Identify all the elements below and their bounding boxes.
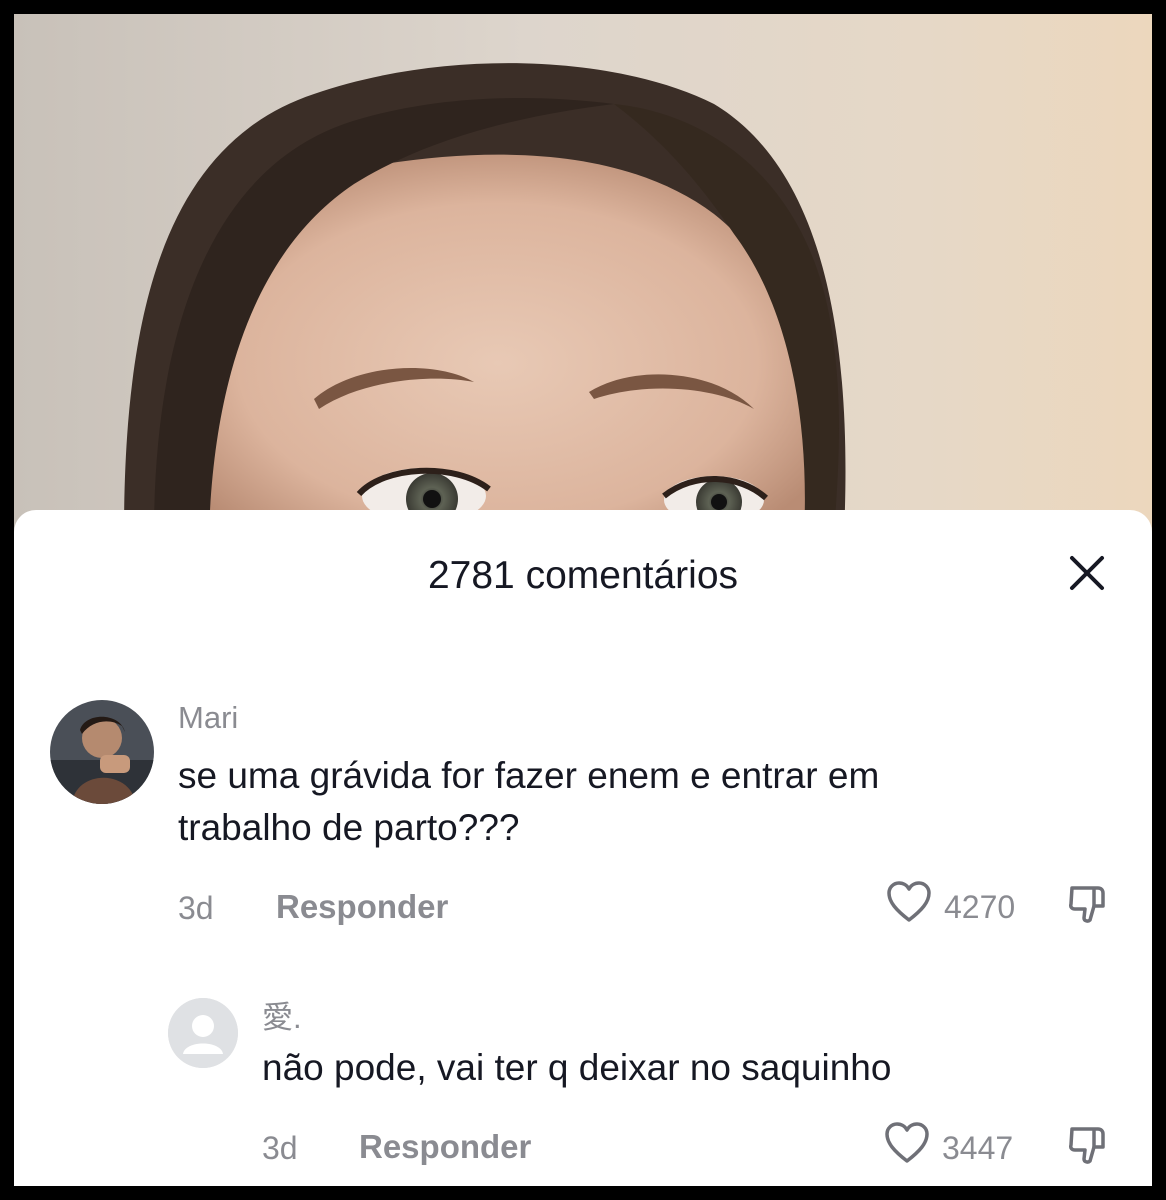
- comment-time: 3d: [262, 1130, 298, 1166]
- like-count: 4270: [944, 889, 1016, 925]
- reply-comment-item: 愛. não pode, vai ter q deixar no saquinh…: [14, 980, 1152, 1186]
- comment-username[interactable]: 愛.: [262, 992, 302, 1037]
- avatar[interactable]: [50, 700, 154, 804]
- comment-username[interactable]: Mari: [178, 700, 238, 736]
- comments-sheet: 2781 comentários Mari se uma grávida for…: [14, 510, 1152, 1186]
- heart-icon[interactable]: [884, 1121, 930, 1170]
- comment-item: Mari se uma grávida for fazer enem e ent…: [14, 680, 1152, 940]
- comments-count-title: 2781 comentários: [427, 554, 739, 597]
- video-frame-image: [124, 63, 846, 534]
- reply-button[interactable]: Responder: [276, 888, 448, 926]
- comment-time: 3d: [178, 890, 214, 926]
- like-count: 3447: [942, 1130, 1014, 1166]
- comment-text-line: trabalho de parto???: [178, 807, 520, 848]
- dislike-icon[interactable]: [1066, 1123, 1110, 1172]
- comment-text: não pode, vai ter q deixar no saquinho: [262, 1042, 891, 1094]
- comment-text-line: se uma grávida for fazer enem e entrar e…: [178, 755, 880, 796]
- heart-icon[interactable]: [886, 880, 932, 929]
- comment-text: se uma grávida for fazer enem e entrar e…: [178, 750, 879, 854]
- dislike-icon[interactable]: [1066, 882, 1110, 931]
- screenshot-frame: 2781 comentários Mari se uma grávida for…: [14, 14, 1152, 1186]
- close-icon[interactable]: [1064, 550, 1110, 596]
- reply-button[interactable]: Responder: [359, 1128, 531, 1166]
- comment-text-line: não pode, vai ter q deixar no saquinho: [262, 1047, 892, 1088]
- avatar[interactable]: [168, 998, 238, 1068]
- video-player[interactable]: [14, 14, 1152, 534]
